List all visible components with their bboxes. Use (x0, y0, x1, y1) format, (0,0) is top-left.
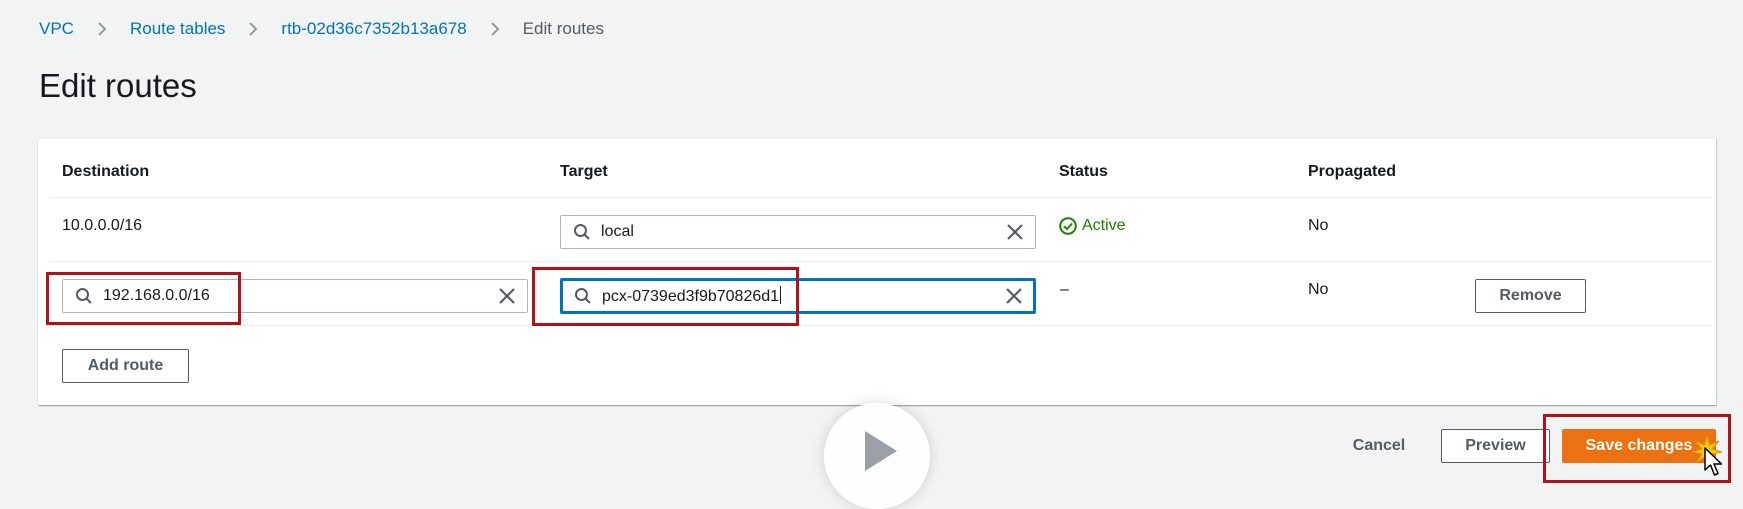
row-2-propagated: No (1308, 281, 1329, 298)
column-header-propagated: Propagated (1308, 163, 1397, 180)
chevron-right-icon (485, 19, 505, 39)
close-icon[interactable] (1005, 222, 1025, 242)
cancel-button[interactable]: Cancel (1345, 429, 1413, 463)
breadcrumb: VPC Route tables rtb-02d36c7352b13a678 E… (39, 17, 604, 41)
row-2-destination-value: 192.168.0.0/16 (103, 287, 210, 304)
page-title: Edit routes (39, 67, 197, 104)
row-2-destination-input[interactable]: 192.168.0.0/16 (62, 279, 528, 313)
chevron-right-icon (243, 19, 263, 39)
row-1-target-input[interactable]: local (560, 215, 1036, 249)
breadcrumb-route-table-id[interactable]: rtb-02d36c7352b13a678 (281, 17, 466, 41)
column-header-status: Status (1059, 163, 1108, 180)
row-1-status-label: Active (1082, 217, 1126, 234)
search-icon (574, 287, 592, 305)
close-icon[interactable] (497, 286, 517, 306)
breadcrumb-current: Edit routes (522, 19, 604, 38)
row-divider (50, 325, 1712, 326)
row-2-target-text: pcx-0739ed3f9b70826d1 (602, 288, 780, 305)
search-icon (75, 287, 93, 305)
text-caret (780, 286, 782, 304)
row-1-status: Active (1059, 217, 1126, 235)
search-icon (573, 223, 591, 241)
routes-table: Destination Target Status Propagated 10.… (38, 138, 1716, 405)
row-2-target-value: pcx-0739ed3f9b70826d1 (602, 286, 1004, 306)
breadcrumb-vpc[interactable]: VPC (39, 17, 74, 41)
row-1-target-value: local (601, 223, 634, 240)
play-button[interactable] (824, 403, 930, 509)
header-divider (50, 197, 1712, 198)
column-header-target: Target (560, 163, 608, 180)
breadcrumb-route-tables[interactable]: Route tables (130, 17, 225, 41)
row-1-destination: 10.0.0.0/16 (62, 217, 143, 234)
column-header-destination: Destination (62, 163, 150, 180)
row-1-propagated: No (1308, 217, 1329, 234)
chevron-right-icon (92, 19, 112, 39)
close-icon[interactable] (1004, 286, 1024, 306)
row-divider (50, 261, 1712, 262)
check-circle-icon (1059, 217, 1077, 235)
remove-button[interactable]: Remove (1475, 279, 1586, 313)
add-route-button[interactable]: Add route (62, 349, 189, 383)
play-icon (865, 431, 897, 471)
row-2-status: – (1060, 281, 1069, 298)
mouse-pointer-icon (1704, 447, 1723, 476)
row-2-target-input[interactable]: pcx-0739ed3f9b70826d1 (560, 278, 1036, 314)
preview-button[interactable]: Preview (1441, 429, 1550, 463)
